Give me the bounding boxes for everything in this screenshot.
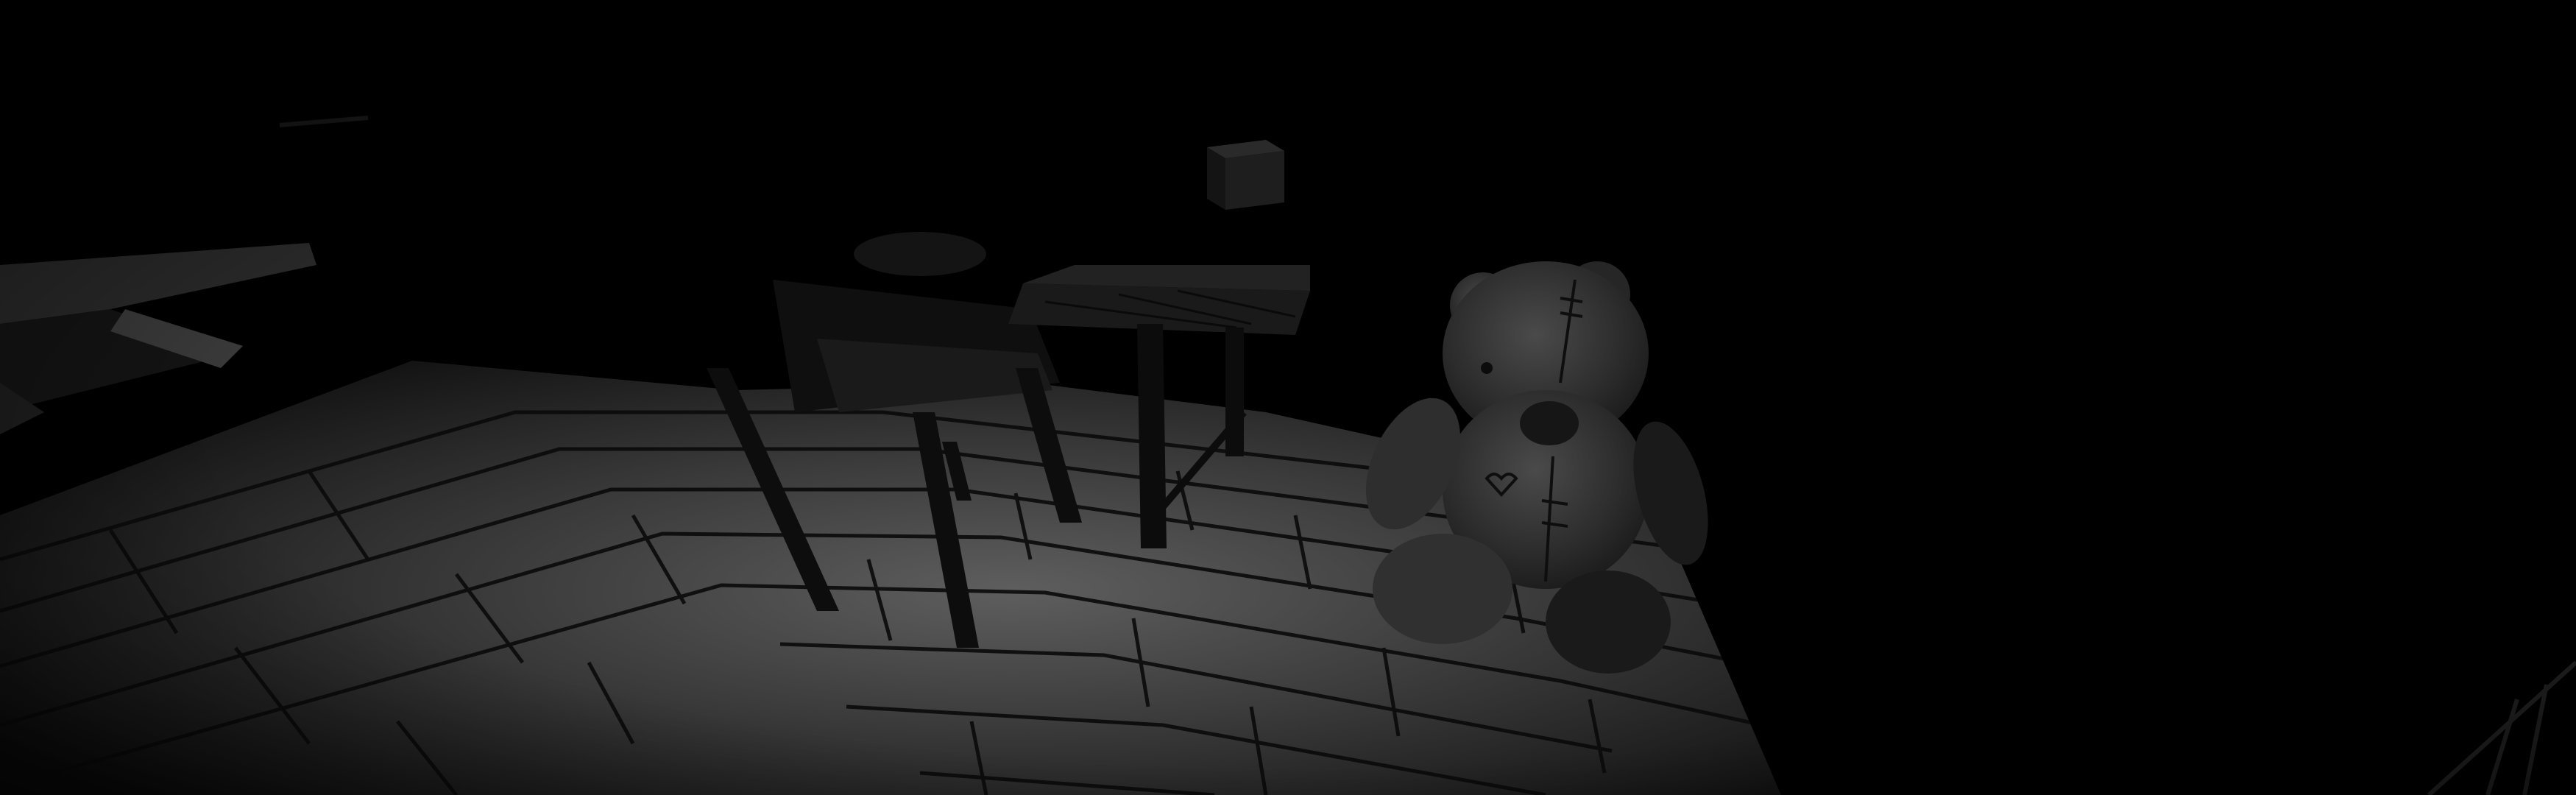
vignette-overlay — [0, 0, 2576, 795]
game-viewport[interactable] — [0, 0, 2576, 795]
game-scene — [0, 0, 2576, 795]
